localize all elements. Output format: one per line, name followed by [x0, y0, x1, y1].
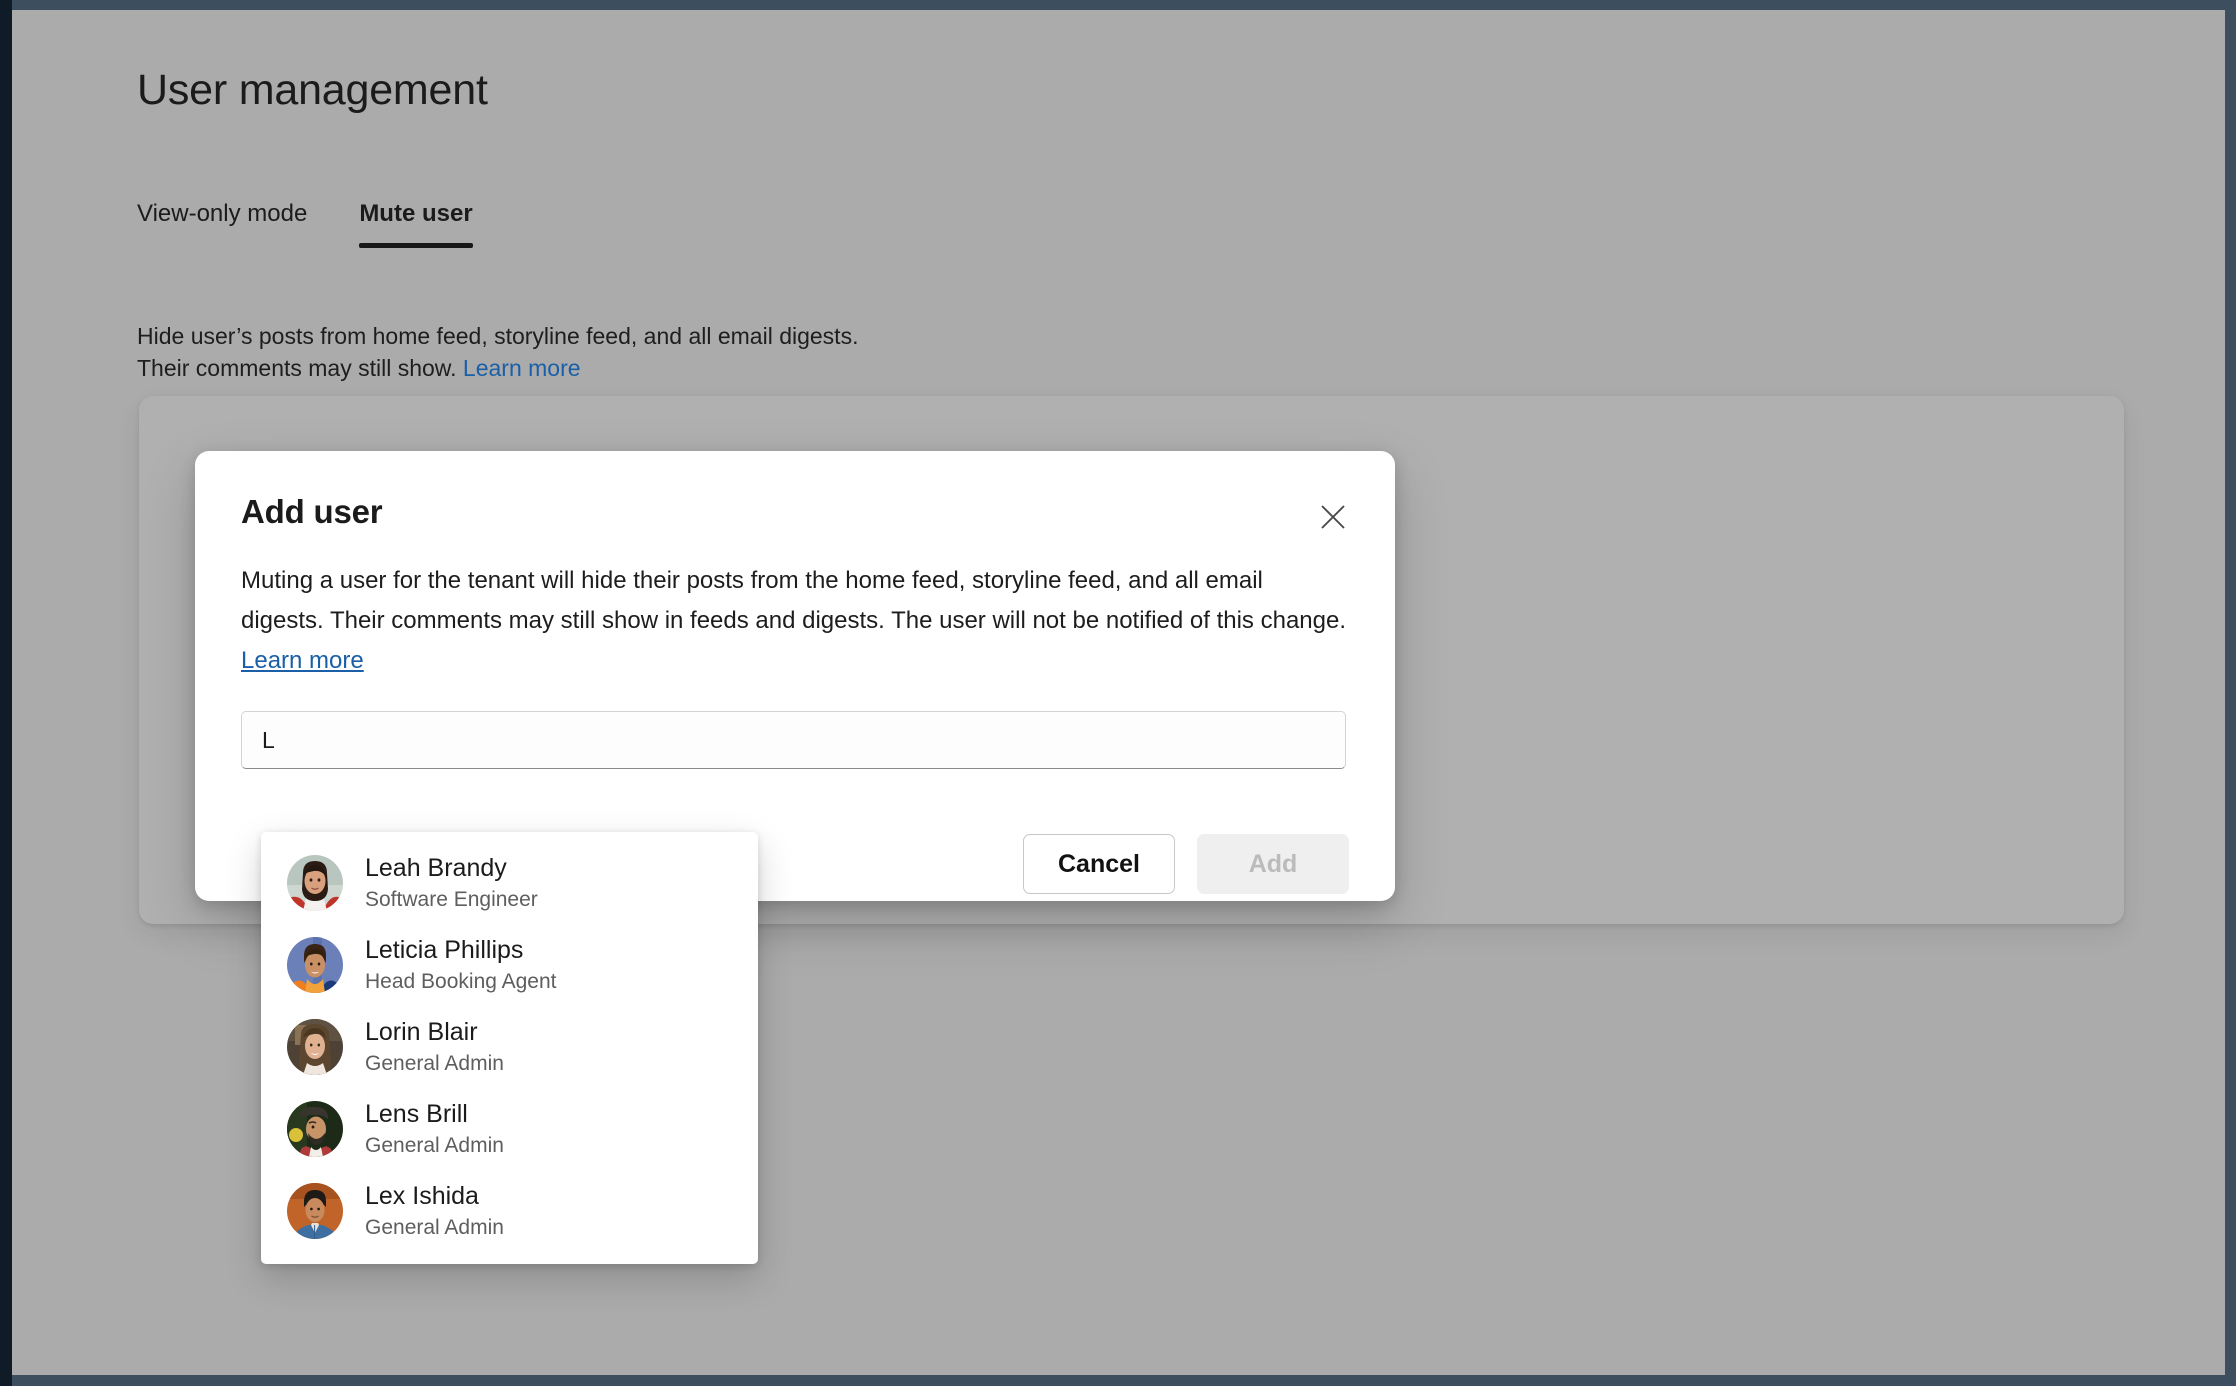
person-name: Leticia Phillips	[365, 936, 524, 964]
person-text: Leah Brandy Software Engineer	[365, 852, 538, 914]
page-description: Hide user’s posts from home feed, storyl…	[137, 320, 858, 384]
avatar-lorin-blair	[287, 1019, 343, 1075]
avatar-image	[287, 1183, 343, 1239]
tab-view-only-mode[interactable]: View-only mode	[111, 200, 333, 248]
person-name: Lens Brill	[365, 1100, 468, 1128]
dialog-body-text: Muting a user for the tenant will hide t…	[241, 567, 1347, 634]
suggestion-dropdown: Leah Brandy Software Engineer Leticia Ph…	[261, 832, 758, 1264]
dialog-header: Add user	[241, 493, 1349, 539]
tabstrip: View-only mode Mute user	[137, 200, 499, 248]
person-role: General Admin	[365, 1052, 504, 1075]
avatar-image	[287, 937, 343, 993]
avatar-leah-brandy	[287, 855, 343, 911]
tab-mute-user[interactable]: Mute user	[333, 200, 498, 248]
avatar-lens-brill	[287, 1101, 343, 1157]
person-role: Head Booking Agent	[365, 970, 557, 993]
person-role: General Admin	[365, 1134, 504, 1157]
person-role: Software Engineer	[365, 888, 538, 911]
avatar-image	[287, 1101, 343, 1157]
person-name: Lex Ishida	[365, 1182, 479, 1210]
list-item[interactable]: Leticia Phillips Head Booking Agent	[261, 924, 758, 1006]
page-title: User management	[137, 66, 488, 114]
page-description-line1: Hide user’s posts from home feed, storyl…	[137, 323, 859, 349]
cancel-button[interactable]: Cancel	[1023, 834, 1175, 894]
list-item[interactable]: Leah Brandy Software Engineer	[261, 842, 758, 924]
person-text: Leticia Phillips Head Booking Agent	[365, 934, 556, 996]
dialog-learn-more-link[interactable]: Learn more	[241, 647, 364, 674]
list-item[interactable]: Lens Brill General Admin	[261, 1088, 758, 1170]
dialog-body: Muting a user for the tenant will hide t…	[241, 561, 1349, 681]
search-input[interactable]: L	[241, 711, 1346, 769]
person-role: General Admin	[365, 1216, 504, 1239]
page-canvas: User management View-only mode Mute user…	[12, 10, 2225, 1375]
avatar-image	[287, 1019, 343, 1075]
dialog-title: Add user	[241, 493, 383, 530]
search-input-value: L	[262, 726, 275, 753]
page-description-line2-text: Their comments may still show.	[137, 355, 463, 381]
list-item[interactable]: Lorin Blair General Admin	[261, 1006, 758, 1088]
list-item[interactable]: Lex Ishida General Admin	[261, 1170, 758, 1252]
person-text: Lex Ishida General Admin	[365, 1180, 504, 1242]
page-learn-more-link[interactable]: Learn more	[463, 355, 581, 381]
page-description-line2: Their comments may still show. Learn mor…	[137, 352, 858, 384]
avatar-leticia-phillips	[287, 937, 343, 993]
person-name: Lorin Blair	[365, 1018, 478, 1046]
person-text: Lens Brill General Admin	[365, 1098, 504, 1160]
close-icon-glyph	[1321, 505, 1345, 529]
close-icon[interactable]	[1311, 495, 1355, 539]
avatar-image	[287, 855, 343, 911]
avatar-lex-ishida	[287, 1183, 343, 1239]
window-frame: User management View-only mode Mute user…	[0, 0, 2236, 1386]
person-text: Lorin Blair General Admin	[365, 1016, 504, 1078]
person-name: Leah Brandy	[365, 854, 507, 882]
add-button: Add	[1197, 834, 1349, 894]
dialog-footer: Cancel Add	[1023, 834, 1349, 894]
